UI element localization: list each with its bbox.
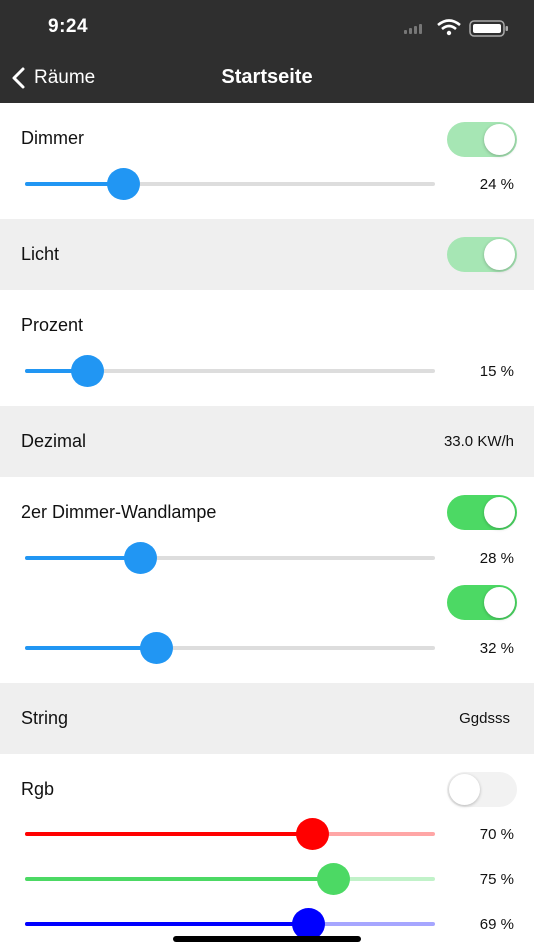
rgb-blue-level-text: 69 % — [479, 916, 514, 933]
wandlampe-channel1-level-text: 28 % — [479, 550, 514, 567]
rgb-red-level-text: 70 % — [479, 826, 514, 843]
slider-fill — [25, 556, 140, 560]
wandlampe-label: 2er Dimmer-Wandlampe — [21, 502, 217, 522]
dezimal-value: 33.0 KW/h — [443, 433, 514, 450]
switch-knob — [449, 774, 480, 805]
rgb-section: Rgb 70 % 75 % 69 % — [0, 754, 534, 950]
cellular-signal-icon — [404, 24, 422, 34]
string-label: String — [21, 708, 69, 728]
prozent-level-text: 15 % — [479, 363, 514, 380]
prozent-section: Prozent 15 % — [0, 290, 534, 406]
wandlampe-channel2-level-text: 32 % — [479, 640, 514, 657]
status-icons — [404, 18, 514, 38]
slider-fill — [25, 832, 312, 836]
status-time: 9:24 — [48, 16, 89, 37]
slider-fill — [25, 922, 308, 926]
dezimal-label: Dezimal — [21, 431, 87, 451]
slider-thumb[interactable] — [107, 168, 141, 200]
rgb-green-level-text: 75 % — [479, 871, 514, 888]
page-title: Startseite — [221, 66, 313, 88]
dimmer-section: Dimmer 24 % — [0, 103, 534, 219]
wandlampe-channel1-switch[interactable] — [447, 495, 517, 530]
wifi-icon — [437, 19, 461, 36]
slider-thumb[interactable] — [123, 542, 157, 574]
home-indicator — [173, 936, 361, 942]
switch-knob — [484, 239, 515, 270]
slider-thumb[interactable] — [140, 632, 174, 664]
dezimal-section: Dezimal 33.0 KW/h — [0, 406, 534, 477]
dimmer-level-text: 24 % — [479, 176, 514, 193]
battery-icon — [469, 20, 508, 37]
dimmer-slider[interactable] — [25, 167, 435, 201]
wandlampe-channel1-slider[interactable] — [25, 541, 435, 575]
switch-knob — [484, 124, 515, 155]
wandlampe-channel2-slider[interactable] — [25, 631, 435, 665]
licht-switch[interactable] — [447, 237, 517, 272]
slider-thumb[interactable] — [70, 355, 104, 387]
navigation-bar: 9:24 Räume Startseite — [0, 0, 534, 103]
rgb-switch[interactable] — [447, 772, 517, 807]
rgb-label: Rgb — [21, 779, 55, 799]
rgb-red-slider[interactable] — [25, 817, 435, 851]
prozent-label: Prozent — [21, 315, 84, 335]
slider-fill — [25, 646, 157, 650]
slider-thumb[interactable] — [316, 863, 350, 895]
rgb-green-slider[interactable] — [25, 862, 435, 896]
string-value: Ggdsss — [459, 710, 510, 727]
dimmer-label: Dimmer — [21, 128, 84, 148]
slider-thumb[interactable] — [296, 818, 329, 850]
switch-knob — [484, 497, 515, 528]
wandlampe-channel2-switch[interactable] — [447, 585, 517, 620]
dimmer-switch[interactable] — [447, 122, 517, 157]
switch-knob — [484, 587, 515, 618]
prozent-slider[interactable] — [25, 354, 435, 388]
string-section: String Ggdsss — [0, 683, 534, 754]
licht-label: Licht — [21, 244, 60, 264]
wandlampe-section: 2er Dimmer-Wandlampe 28 % 32 % — [0, 477, 534, 683]
licht-section: Licht — [0, 219, 534, 290]
slider-fill — [25, 877, 333, 881]
